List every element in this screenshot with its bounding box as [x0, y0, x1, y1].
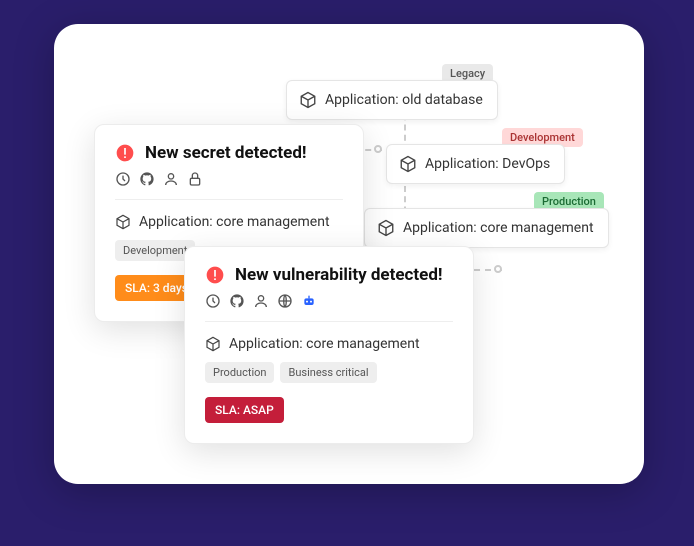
sla-badge: SLA: ASAP — [205, 397, 284, 423]
clock-icon — [115, 171, 131, 187]
cube-icon — [115, 214, 131, 230]
bot-icon — [301, 293, 317, 309]
alert-vulnerability-card[interactable]: New vulnerability detected! Application:… — [184, 246, 474, 444]
divider — [205, 321, 453, 322]
app-core-management[interactable]: Application: core management — [364, 208, 609, 248]
app-old-database[interactable]: Application: old database — [286, 80, 498, 120]
tag-business-critical: Business critical — [280, 362, 376, 383]
user-icon — [163, 171, 179, 187]
alert-icon — [205, 265, 225, 285]
cube-icon — [377, 219, 395, 237]
lock-icon — [187, 171, 203, 187]
user-icon — [253, 293, 269, 309]
alert-title: New vulnerability detected! — [235, 265, 443, 285]
alert-app-label: Application: core management — [229, 336, 420, 352]
github-icon — [139, 171, 155, 187]
cube-icon — [205, 336, 221, 352]
globe-icon — [277, 293, 293, 309]
alert-icon-row — [205, 293, 453, 309]
tag-production: Production — [205, 362, 274, 383]
app-label: Application: DevOps — [425, 156, 550, 172]
app-label: Application: core management — [403, 220, 594, 236]
connector-dot — [374, 145, 382, 153]
divider — [115, 199, 343, 200]
alert-app-line: Application: core management — [205, 336, 453, 352]
alert-icon — [115, 143, 135, 163]
clock-icon — [205, 293, 221, 309]
app-label: Application: old database — [325, 92, 483, 108]
alert-app-line: Application: core management — [115, 214, 343, 230]
connector-dot — [494, 265, 502, 273]
app-devops[interactable]: Application: DevOps — [386, 144, 565, 184]
canvas: Legacy Application: old database Develop… — [54, 24, 644, 484]
alert-app-label: Application: core management — [139, 214, 330, 230]
cube-icon — [299, 91, 317, 109]
cube-icon — [399, 155, 417, 173]
alert-title: New secret detected! — [145, 143, 307, 163]
github-icon — [229, 293, 245, 309]
alert-icon-row — [115, 171, 343, 187]
